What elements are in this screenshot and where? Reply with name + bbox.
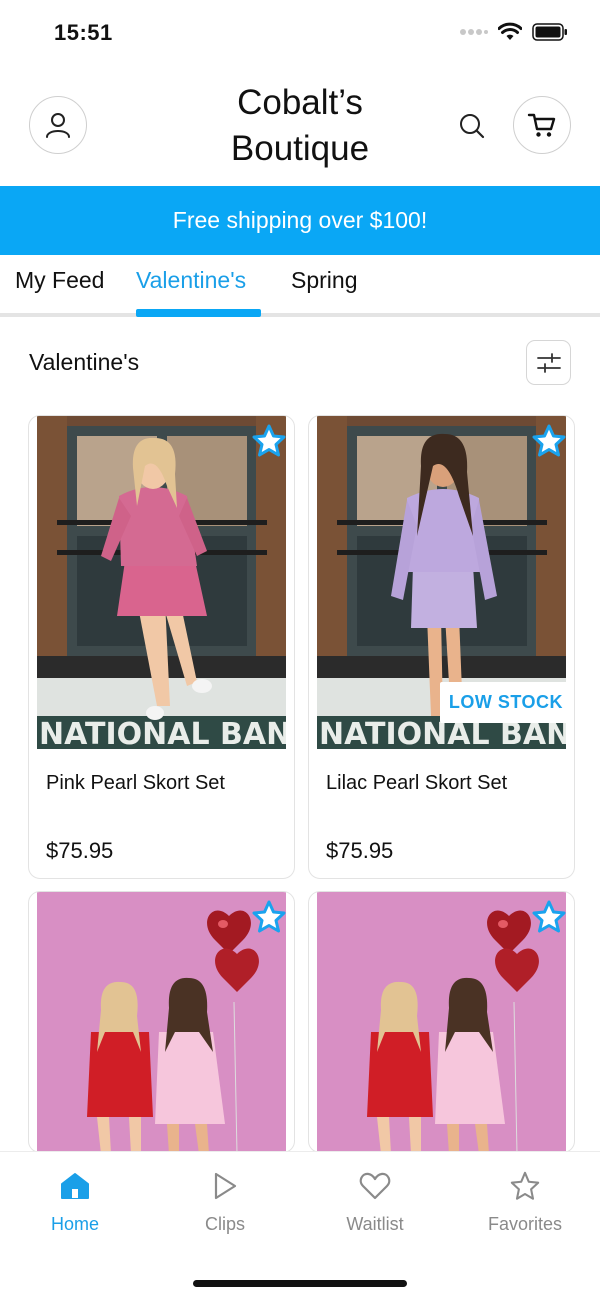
status-bar: 15:51 — [0, 0, 600, 66]
nav-favorites[interactable]: Favorites — [465, 1166, 585, 1235]
nav-favorites-label: Favorites — [487, 1214, 563, 1234]
product-image[interactable]: NATIONAL BAN — [37, 416, 286, 749]
star-icon — [510, 1171, 540, 1200]
nav-clips[interactable]: Clips — [165, 1166, 285, 1235]
product-card[interactable] — [28, 891, 295, 1153]
product-image[interactable] — [37, 892, 286, 1152]
filter-sliders-icon — [536, 352, 561, 373]
cart-icon — [527, 113, 556, 137]
home-icon — [61, 1173, 89, 1199]
tab-spring[interactable]: Spring — [291, 267, 357, 313]
store-title-line1: Cobalt’s — [237, 83, 363, 122]
cart-button[interactable] — [513, 96, 571, 154]
nav-waitlist-label: Waitlist — [346, 1214, 404, 1234]
signal-icon — [460, 29, 488, 35]
product-photo — [37, 892, 286, 1152]
tab-my-feed[interactable]: My Feed — [15, 267, 104, 313]
product-name[interactable]: Pink Pearl Skort Set — [46, 772, 225, 795]
favorite-star-icon[interactable] — [252, 424, 286, 458]
play-icon — [214, 1172, 237, 1200]
nav-clips-label: Clips — [204, 1214, 245, 1234]
product-card[interactable]: NATIONAL BAN LOW STOCK Lilac Pearl Skort… — [308, 415, 575, 879]
svg-text:NATIONAL BAN: NATIONAL BAN — [39, 717, 286, 749]
section-title: Valentine's — [29, 349, 140, 375]
active-tab-indicator — [136, 309, 261, 317]
store-title-line2: Boutique — [230, 129, 370, 168]
home-indicator — [193, 1280, 407, 1287]
nav-home[interactable]: Home — [15, 1166, 135, 1235]
product-price: $75.95 — [326, 838, 394, 863]
product-photo: NATIONAL BAN — [37, 416, 286, 749]
profile-button[interactable] — [29, 96, 87, 154]
low-stock-badge: LOW STOCK — [439, 682, 572, 723]
favorite-star-icon[interactable] — [532, 900, 566, 934]
promo-banner[interactable]: Free shipping over $100! — [0, 186, 600, 255]
status-time: 15:51 — [54, 20, 113, 45]
product-card[interactable]: NATIONAL BAN Pink Pearl Skort Set $75.95 — [28, 415, 295, 879]
product-photo — [317, 892, 566, 1152]
nav-home-label: Home — [50, 1214, 99, 1234]
status-icons — [460, 22, 568, 42]
search-button[interactable] — [452, 106, 492, 146]
favorite-star-icon[interactable] — [532, 424, 566, 458]
heart-icon — [359, 1172, 391, 1200]
nav-waitlist[interactable]: Waitlist — [315, 1166, 435, 1235]
battery-icon — [532, 23, 567, 41]
product-card[interactable] — [308, 891, 575, 1153]
product-name[interactable]: Lilac Pearl Skort Set — [326, 772, 507, 795]
product-price: $75.95 — [46, 838, 114, 863]
search-icon — [460, 114, 485, 139]
wifi-icon — [498, 22, 522, 40]
promo-text: Free shipping over $100! — [172, 207, 428, 233]
bottom-navigation: Home Clips Waitlist Favorites — [0, 1151, 600, 1299]
user-icon — [46, 113, 70, 138]
filter-button[interactable] — [526, 340, 571, 385]
tab-valentines[interactable]: Valentine's — [136, 267, 246, 313]
category-tabs: My Feed Valentine's Spring — [0, 255, 600, 317]
favorite-star-icon[interactable] — [252, 900, 286, 934]
app-header: Cobalt’s Boutique — [0, 66, 600, 186]
product-image[interactable] — [317, 892, 566, 1152]
store-title: Cobalt’s Boutique — [180, 80, 420, 172]
